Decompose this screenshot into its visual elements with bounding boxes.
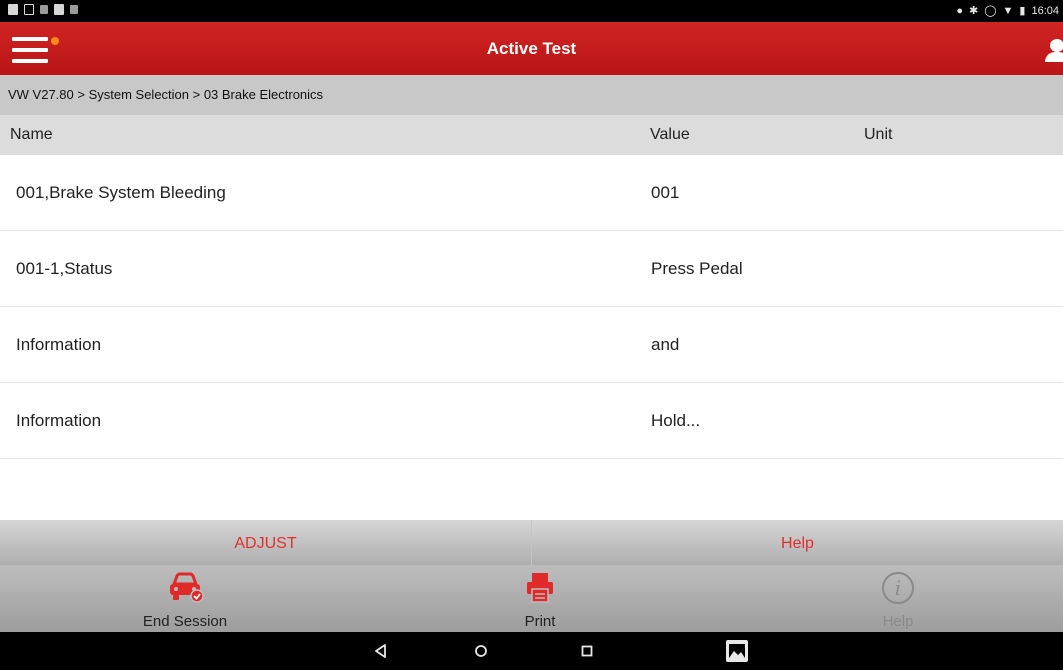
back-icon[interactable] [368,638,394,664]
battery-icon: ▮ [1019,5,1026,17]
info-icon: i [882,572,914,604]
print-label: Print [524,613,556,630]
help-toolbar-button[interactable]: i Help [798,565,998,632]
breadcrumb: VW V27.80 > System Selection > 03 Brake … [0,75,1063,115]
row-value: and [651,335,680,354]
svg-text:i: i [895,576,901,600]
row-name: 001-1,Status [16,259,113,278]
table-header: Name Value Unit [0,115,1063,155]
adjust-button[interactable]: ADJUST [0,520,532,565]
bluetooth-icon: ✱ [968,5,979,17]
image-icon [8,4,18,15]
help-toolbar-label: Help [882,613,914,630]
action-bar: ADJUST Help [0,520,1063,565]
status-left-icons [8,4,78,15]
app-header: Active Test [0,22,1063,75]
usb-icon [40,5,48,14]
row-name: Information [16,411,102,430]
column-header-name: Name [10,126,53,143]
home-icon[interactable] [468,638,494,664]
column-header-unit: Unit [864,126,893,143]
screen-icon [24,4,34,15]
location-icon: ● [956,5,963,17]
hamburger-menu-icon[interactable] [12,37,52,63]
recents-icon[interactable] [574,638,600,664]
help-action-button[interactable]: Help [532,520,1063,565]
notification-dot [51,37,59,45]
wifi-icon: ▼ [1002,5,1014,17]
data-table: 001,Brake System Bleeding 001 001-1,Stat… [0,155,1063,459]
row-value: Press Pedal [651,259,743,278]
column-header-value: Value [650,126,690,143]
screenshot-icon[interactable] [724,638,750,664]
car-check-icon [170,572,204,603]
row-value: Hold... [651,411,701,430]
table-row[interactable]: 001,Brake System Bleeding 001 [0,155,1063,231]
table-row[interactable]: 001-1,Status Press Pedal [0,231,1063,307]
end-session-button[interactable]: End Session [85,565,285,632]
user-icon[interactable] [1045,36,1063,62]
table-row[interactable]: Information Hold... [0,383,1063,459]
status-time: 16:04 [1031,5,1059,17]
row-name: Information [16,335,102,354]
bottom-toolbar: End Session Print i Help [0,565,1063,632]
image-icon [54,4,64,15]
print-button[interactable]: Print [440,565,640,632]
status-right-icons: ● ✱ ◯ ▼ ▮ 16:04 [956,3,1059,19]
end-session-label: End Session [142,613,228,630]
row-value: 001 [651,183,680,202]
system-nav-bar [0,632,1063,670]
row-name: 001,Brake System Bleeding [16,183,226,202]
alarm-icon: ◯ [984,5,997,17]
page-title: Active Test [486,39,577,58]
scan-icon [70,5,78,14]
table-row[interactable]: Information and [0,307,1063,383]
status-bar: ● ✱ ◯ ▼ ▮ 16:04 [0,0,1063,22]
printer-icon [527,573,553,603]
